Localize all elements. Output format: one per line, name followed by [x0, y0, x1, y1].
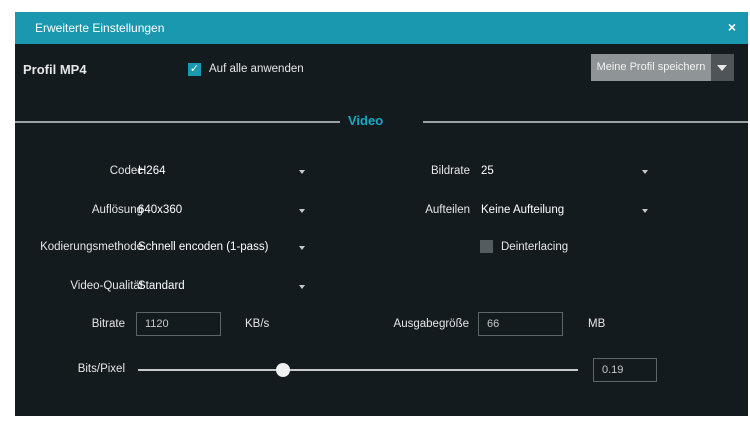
- chevron-down-icon[interactable]: [642, 170, 648, 174]
- slider-thumb[interactable]: [276, 363, 291, 377]
- chevron-down-icon[interactable]: [299, 170, 305, 174]
- save-profile-button[interactable]: Meine Profil speichern: [591, 54, 711, 81]
- encoding-method-label: Kodierungsmethode: [40, 241, 143, 253]
- output-size-label: Ausgabegröße: [393, 318, 469, 330]
- bits-pixel-input[interactable]: 0.19: [593, 358, 657, 382]
- profile-name: Profil MP4: [23, 62, 87, 77]
- close-icon[interactable]: ×: [728, 19, 736, 35]
- chevron-down-icon[interactable]: [642, 209, 648, 213]
- bits-pixel-label: Bits/Pixel: [77, 363, 125, 375]
- advanced-settings-dialog: Erweiterte Einstellungen × Profil MP4 ✓ …: [15, 12, 748, 416]
- section-title-video: Video: [348, 113, 384, 128]
- resolution-label: Auflösung: [91, 204, 143, 216]
- split-select[interactable]: Keine Aufteilung: [481, 204, 564, 216]
- framerate-label: Bildrate: [431, 165, 470, 177]
- section-divider-left: [15, 121, 340, 123]
- apply-all-checkbox[interactable]: ✓: [188, 63, 201, 76]
- bits-pixel-slider[interactable]: [138, 363, 578, 377]
- bitrate-input[interactable]: 1120: [136, 312, 221, 336]
- deinterlacing-label: Deinterlacing: [501, 241, 569, 253]
- codec-select[interactable]: H264: [138, 165, 166, 177]
- save-profile-dropdown[interactable]: [711, 54, 734, 81]
- apply-all-label: Auf alle anwenden: [209, 63, 304, 75]
- bitrate-unit: KB/s: [245, 318, 270, 330]
- bitrate-label: Bitrate: [91, 318, 125, 330]
- chevron-down-icon[interactable]: [299, 246, 305, 250]
- section-divider-right: [423, 121, 748, 123]
- output-size-unit: MB: [588, 318, 606, 330]
- resolution-select[interactable]: 640x360: [138, 204, 182, 216]
- encoding-method-select[interactable]: Schnell encoden (1-pass): [138, 241, 268, 253]
- title-bar: Erweiterte Einstellungen ×: [15, 12, 748, 44]
- framerate-select[interactable]: 25: [481, 165, 494, 177]
- chevron-down-icon[interactable]: [299, 285, 305, 289]
- split-label: Aufteilen: [425, 204, 470, 216]
- deinterlacing-checkbox[interactable]: [480, 240, 493, 253]
- output-size-input[interactable]: 66: [478, 312, 563, 336]
- video-quality-label: Video-Qualität: [70, 280, 143, 292]
- video-quality-select[interactable]: Standard: [138, 280, 185, 292]
- dialog-title: Erweiterte Einstellungen: [35, 21, 165, 35]
- chevron-down-icon[interactable]: [299, 209, 305, 213]
